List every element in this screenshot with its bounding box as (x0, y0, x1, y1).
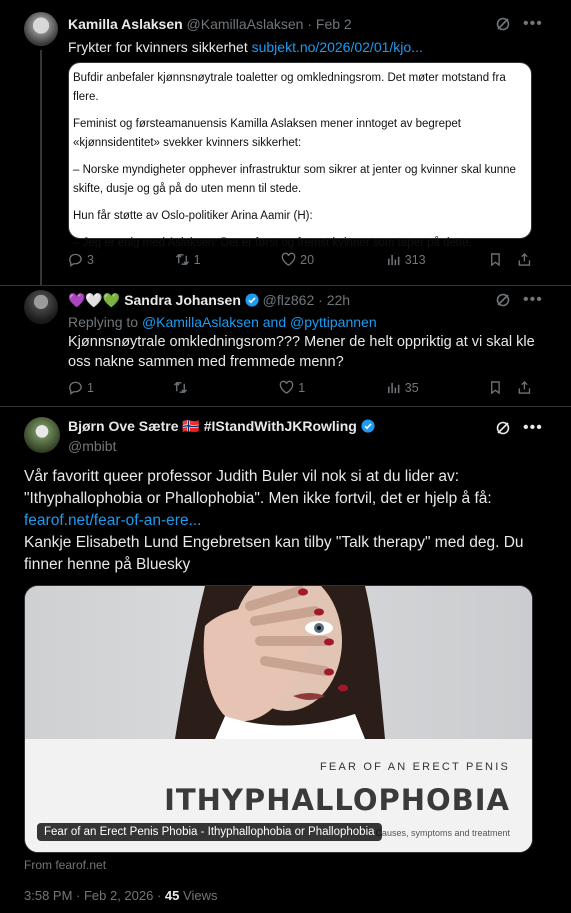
tweet-header: Bjørn Ove Sætre 🇳🇴 #IStandWithJKRowling (68, 418, 375, 435)
reply-count: 3 (87, 252, 94, 267)
retweet-icon (173, 381, 187, 394)
quoted-screenshot[interactable]: Bufdir anbefaler kjønnsnøytrale toalette… (68, 62, 532, 249)
tweet-top-actions: ••• (495, 292, 543, 308)
like-count: 20 (300, 252, 315, 267)
bookmark-icon[interactable] (488, 252, 503, 267)
replying-to-users[interactable]: @KamillaAslaksen and @pyttipannen (142, 314, 377, 330)
more-options-icon[interactable]: ••• (523, 420, 543, 436)
like-button[interactable]: 1 (279, 380, 386, 395)
woman-covering-face-image (175, 586, 385, 739)
tweet-actions: 3 1 20 313 (68, 252, 532, 267)
tweet-text-prefix: Frykter for kvinners sikkerhet (68, 39, 248, 55)
views-count: 35 (404, 380, 419, 395)
flag-emoji: 🇳🇴 (182, 418, 200, 434)
separator: · (307, 16, 313, 32)
grok-icon[interactable] (495, 292, 511, 308)
card-subtitle: Causes, symptoms and treatment (375, 828, 510, 838)
separator: · (318, 292, 323, 308)
verified-badge-icon (361, 419, 375, 433)
heart-icon (281, 252, 296, 266)
quote-paragraph: – Norske myndigheter opphever infrastruk… (73, 164, 516, 195)
views-count: 313 (404, 252, 426, 267)
author-name[interactable]: Kamilla Aslaksen (68, 16, 183, 32)
tweet-kamilla[interactable]: Kamilla Aslaksen @KamillaAslaksen · Feb … (0, 0, 571, 286)
author-name[interactable]: Sandra Johansen (124, 292, 241, 308)
card-source[interactable]: From fearof.net (24, 858, 106, 872)
tweet-handle-row: @mbibt (68, 438, 116, 454)
tweet-text-line2: Kankje Elisabeth Lund Engebretsen kan ti… (24, 534, 524, 573)
tweet-text: Vår favoritt queer professor Judith Bule… (24, 466, 544, 576)
reply-icon (69, 253, 82, 267)
tweet-text-line1: Vår favoritt queer professor Judith Bule… (24, 468, 492, 507)
heart-icon (279, 380, 294, 394)
replying-to: Replying to @KamillaAslaksen and @pyttip… (68, 312, 377, 332)
views-label: Views (183, 888, 218, 903)
tweet-actions: 1 1 35 (68, 380, 532, 395)
bookmark-icon[interactable] (488, 380, 503, 395)
article-link[interactable]: fearof.net/fear-of-an-ere... (24, 512, 201, 529)
views-icon (387, 382, 400, 394)
tweet-top-actions: ••• (495, 420, 543, 436)
more-options-icon[interactable]: ••• (523, 292, 543, 308)
tweet-header: 💜🤍💚 Sandra Johansen @flz862 · 22h (68, 292, 350, 309)
tweet-date[interactable]: 22h (327, 292, 350, 308)
divider (0, 406, 571, 407)
card-image (25, 586, 532, 739)
author-name-suffix[interactable]: #IStandWithJKRowling (204, 418, 357, 434)
views-icon (387, 254, 400, 266)
more-options-icon[interactable]: ••• (523, 16, 543, 32)
views-button[interactable]: 35 (386, 380, 489, 395)
share-icon[interactable] (517, 380, 532, 395)
grok-icon[interactable] (495, 16, 511, 32)
share-icon[interactable] (517, 252, 532, 267)
author-handle[interactable]: @KamillaAslaksen (187, 16, 304, 32)
retweet-button[interactable] (173, 380, 280, 395)
views-button[interactable]: 313 (386, 252, 489, 267)
tweet-timestamp[interactable]: 3:58 PM · Feb 2, 2026 · (24, 888, 161, 903)
tweet-text: Frykter for kvinners sikkerhet subjekt.n… (68, 37, 528, 57)
replying-label: Replying to (68, 314, 139, 330)
thread-line (40, 50, 42, 286)
quote-paragraph: Feminist og førsteamanuensis Kamilla Asl… (73, 118, 462, 149)
retweet-count: 1 (193, 252, 201, 267)
like-button[interactable]: 20 (281, 252, 386, 267)
avatar[interactable] (24, 12, 58, 46)
reply-button[interactable]: 3 (68, 252, 175, 267)
tweet-meta: 3:58 PM · Feb 2, 2026 · 45 Views (24, 888, 217, 903)
emoji-prefix: 💜🤍💚 (68, 292, 121, 308)
quote-paragraph: Bufdir anbefaler kjønnsnøytrale toalette… (73, 72, 506, 103)
reply-icon (69, 381, 82, 395)
link-card[interactable]: FEAR OF AN ERECT PENIS ITHYPHALLOPHOBIA … (24, 585, 533, 853)
reply-count: 1 (87, 380, 94, 395)
card-caption: Fear of an Erect Penis Phobia - Ithyphal… (37, 823, 382, 841)
views-total: 45 (164, 888, 180, 903)
article-link[interactable]: subjekt.no/2026/02/01/kjo... (252, 39, 423, 55)
reply-button[interactable]: 1 (68, 380, 173, 395)
avatar[interactable] (24, 290, 58, 324)
quote-paragraph: Hun får støtte av Oslo-politiker Arina A… (73, 210, 313, 222)
tweet-sandra[interactable]: 💜🤍💚 Sandra Johansen @flz862 · 22h ••• Re… (0, 286, 571, 406)
retweet-icon (175, 253, 189, 266)
avatar[interactable] (24, 417, 60, 453)
tweet-date[interactable]: Feb 2 (316, 16, 352, 32)
quote-paragraph: – Jeg er enig med Aslaksen: Det er først… (73, 237, 472, 249)
author-handle[interactable]: @mbibt (68, 438, 116, 454)
author-name[interactable]: Bjørn Ove Sætre (68, 418, 178, 434)
tweet-top-actions: ••• (495, 16, 543, 32)
author-handle[interactable]: @flz862 (263, 292, 315, 308)
tweet-text: Kjønnsnøytrale omkledningsrom??? Mener d… (68, 334, 535, 370)
grok-icon[interactable] (495, 420, 511, 436)
retweet-button[interactable]: 1 (175, 252, 282, 267)
like-count: 1 (298, 380, 306, 395)
verified-badge-icon (245, 293, 259, 307)
card-kicker: FEAR OF AN ERECT PENIS (319, 761, 510, 773)
tweet-header: Kamilla Aslaksen @KamillaAslaksen · Feb … (68, 16, 352, 32)
card-title: ITHYPHALLOPHOBIA (164, 783, 510, 817)
